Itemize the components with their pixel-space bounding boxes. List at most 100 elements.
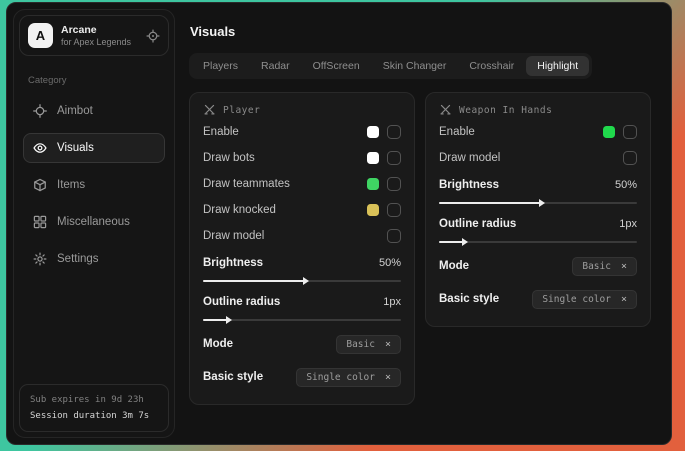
slider-fill xyxy=(203,280,306,282)
checkbox[interactable] xyxy=(387,151,401,165)
gear-icon xyxy=(33,252,47,266)
setting-label: Outline radius xyxy=(203,296,280,308)
color-swatch[interactable] xyxy=(367,204,379,216)
app-titles: Arcane for Apex Legends xyxy=(61,24,131,47)
subscription-info: Sub expires in 9d 23h Session duration 3… xyxy=(19,384,169,432)
setting-row-brightness: Brightness50% xyxy=(439,174,637,196)
remove-icon[interactable]: × xyxy=(385,372,391,383)
checkbox[interactable] xyxy=(387,229,401,243)
sidebar-item-label: Settings xyxy=(57,253,99,265)
checkbox[interactable] xyxy=(387,125,401,139)
target-icon[interactable] xyxy=(146,29,160,43)
tab-skin-changer[interactable]: Skin Changer xyxy=(372,56,458,76)
sidebar-nav: Category AimbotVisualsItemsMiscellaneous… xyxy=(14,61,174,281)
setting-row-outline-radius: Outline radius 1px xyxy=(203,291,401,313)
setting-controls xyxy=(367,203,401,217)
color-swatch[interactable] xyxy=(367,152,379,164)
tag-single-color[interactable]: Single color × xyxy=(532,290,637,309)
setting-row-draw-knocked: Draw knocked xyxy=(203,197,401,223)
setting-row-basic-style: Basic style Single color× xyxy=(203,363,401,391)
setting-row-outline-radius: Outline radius1px xyxy=(439,213,637,235)
slider-thumb[interactable] xyxy=(226,316,232,324)
checkbox[interactable] xyxy=(387,177,401,191)
setting-row-draw-model: Draw model xyxy=(439,145,637,171)
slider-value: 50% xyxy=(379,257,401,269)
tab-highlight[interactable]: Highlight xyxy=(526,56,589,76)
sidebar-item-list: Aimbot Visuals Items Miscellaneous Settings xyxy=(23,96,165,274)
panel-header: Player xyxy=(203,103,401,116)
tag-label: Single color xyxy=(542,294,611,305)
setting-controls xyxy=(623,151,637,165)
tag-label: Basic xyxy=(582,261,611,272)
remove-icon[interactable]: × xyxy=(621,294,627,305)
checkbox[interactable] xyxy=(387,203,401,217)
setting-label: Basic style xyxy=(439,293,499,305)
sidebar-item-miscellaneous[interactable]: Miscellaneous xyxy=(23,207,165,237)
setting-label: Draw model xyxy=(203,230,264,242)
slider[interactable] xyxy=(203,280,401,282)
tag-single-color[interactable]: Single color× xyxy=(296,368,401,387)
tab-players[interactable]: Players xyxy=(192,56,249,76)
package-icon xyxy=(33,178,47,192)
crosshair-icon xyxy=(33,104,47,118)
checkbox[interactable] xyxy=(623,125,637,139)
panel-player: Player Enable Draw bots Draw teammates Draw … xyxy=(189,92,415,405)
slider-thumb[interactable] xyxy=(539,199,545,207)
setting-controls xyxy=(367,177,401,191)
slider-value: 1px xyxy=(383,296,401,308)
color-swatch[interactable] xyxy=(603,126,615,138)
setting-controls xyxy=(367,151,401,165)
setting-row-draw-model: Draw model xyxy=(203,223,401,249)
setting-label: Enable xyxy=(203,126,239,138)
setting-row-enable: Enable xyxy=(203,119,401,145)
setting-controls xyxy=(603,125,637,139)
setting-label: Draw teammates xyxy=(203,178,290,190)
remove-icon[interactable]: × xyxy=(621,261,627,272)
tab-crosshair[interactable]: Crosshair xyxy=(458,56,525,76)
tab-offscreen[interactable]: OffScreen xyxy=(302,56,371,76)
panel-title: Player xyxy=(223,104,260,116)
main-content: Visuals PlayersRadarOffScreenSkin Change… xyxy=(175,9,665,438)
slider-thumb[interactable] xyxy=(303,277,309,285)
app-name: Arcane xyxy=(61,24,131,36)
session-duration-text: Session duration 3m 7s xyxy=(30,408,158,424)
setting-label: Draw model xyxy=(439,152,500,164)
setting-label: Mode xyxy=(203,338,233,350)
setting-label: Basic style xyxy=(203,371,263,383)
crossed-swords-icon xyxy=(439,103,452,116)
sidebar-item-settings[interactable]: Settings xyxy=(23,244,165,274)
sub-expires-text: Sub expires in 9d 23h xyxy=(30,392,158,408)
crossed-swords-icon xyxy=(203,103,216,116)
setting-label: Draw knocked xyxy=(203,204,276,216)
checkbox[interactable] xyxy=(623,151,637,165)
setting-row-mode: Mode Basic× xyxy=(203,330,401,358)
slider[interactable] xyxy=(203,319,401,321)
color-swatch[interactable] xyxy=(367,126,379,138)
app-subtitle: for Apex Legends xyxy=(61,37,131,47)
sidebar-item-visuals[interactable]: Visuals xyxy=(23,133,165,163)
setting-row-basic-style: Basic style Single color × xyxy=(439,285,637,313)
tag-basic[interactable]: Basic × xyxy=(572,257,637,276)
sidebar-item-aimbot[interactable]: Aimbot xyxy=(23,96,165,126)
slider-fill xyxy=(439,202,542,204)
setting-label: Mode xyxy=(439,260,469,272)
setting-label: Brightness xyxy=(439,179,499,191)
slider-thumb[interactable] xyxy=(462,238,468,246)
setting-label: Outline radius xyxy=(439,218,516,230)
remove-icon[interactable]: × xyxy=(385,339,391,350)
setting-row-draw-bots: Draw bots xyxy=(203,145,401,171)
color-swatch[interactable] xyxy=(367,178,379,190)
grid-icon xyxy=(33,215,47,229)
slider[interactable] xyxy=(439,202,637,204)
setting-label: Draw bots xyxy=(203,152,255,164)
setting-row-draw-teammates: Draw teammates xyxy=(203,171,401,197)
app-window: A Arcane for Apex Legends Category Aimbo… xyxy=(6,2,672,445)
setting-controls xyxy=(367,125,401,139)
sidebar-item-items[interactable]: Items xyxy=(23,170,165,200)
slider[interactable] xyxy=(439,241,637,243)
page-title: Visuals xyxy=(190,24,651,39)
app-logo: A xyxy=(28,23,53,48)
tag-basic[interactable]: Basic× xyxy=(336,335,401,354)
tab-radar[interactable]: Radar xyxy=(250,56,301,76)
panel-title: Weapon In Hands xyxy=(459,104,552,116)
